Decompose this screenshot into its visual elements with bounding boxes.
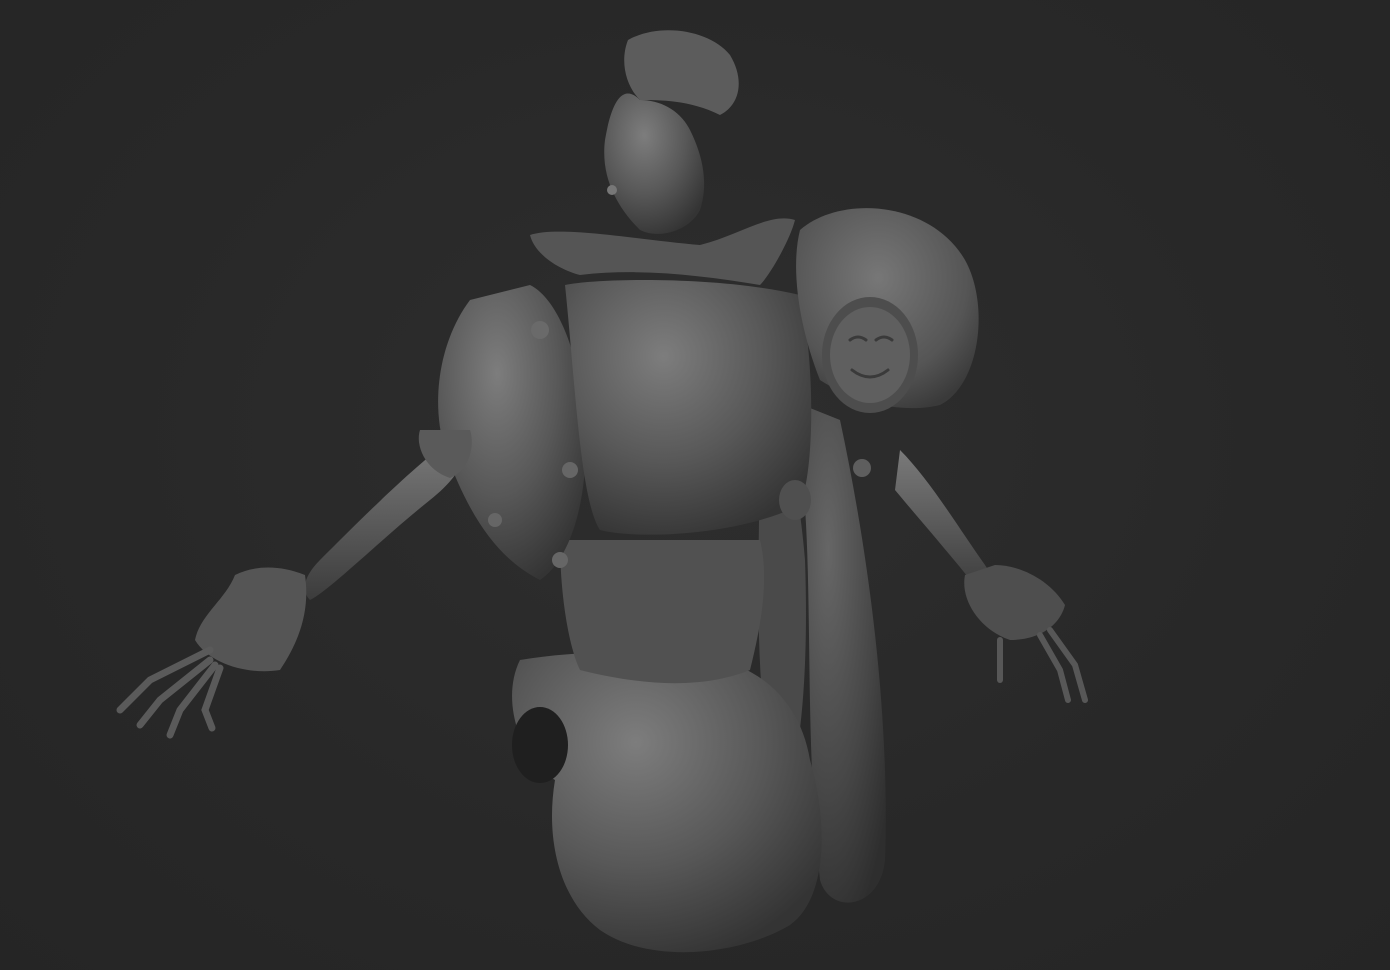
waist [560, 540, 765, 684]
skirt [512, 652, 822, 953]
back-panel [565, 280, 812, 535]
head [604, 30, 739, 234]
right-hand [997, 627, 1088, 703]
left-hand [116, 646, 224, 739]
helmet-bubble [796, 208, 979, 413]
sculpt-render [116, 30, 1088, 953]
right-arm [895, 450, 1088, 703]
left-arm [116, 440, 464, 739]
3d-viewport[interactable] [0, 0, 1390, 970]
